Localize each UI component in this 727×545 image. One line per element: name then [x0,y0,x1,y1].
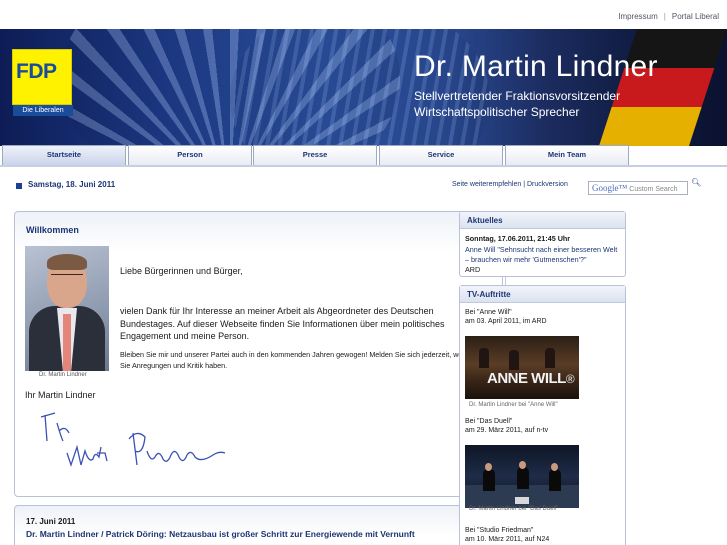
welcome-box: Willkommen Dr. Martin Lindner Liebe Bürg… [14,211,503,497]
aktuelles-box: Aktuelles Sonntag, 17.06.2011, 21:45 Uhr… [459,211,626,277]
search-go-icon[interactable]: 🔍︎ [691,178,701,190]
aktuelles-source: ARD [465,265,481,274]
fdp-logo-subtitle: Die Liberalen [13,105,73,116]
page-tools-separator: | [523,181,526,188]
welcome-greeting: Liebe Bürgerinnen und Bürger, [120,266,243,276]
thumbnail-show-logo: ANNE WILL® [487,370,575,387]
page-tools: Seite weiterempfehlen | Druckversion [452,181,568,188]
dome-texture [230,29,490,146]
header-banner: FDP Die Liberalen Dr. Martin Lindner Ste… [0,29,727,146]
search-input[interactable]: Google™ Custom Search [588,181,688,195]
tv-thumbnail-anne-will[interactable]: ANNE WILL® [465,336,579,399]
tv-item-2-caption: Dr. Martin Lindner bei "Das Duell" [469,506,559,512]
nav-tab-person[interactable]: Person [128,145,252,165]
bullet-square-icon [16,183,22,189]
nav-divider [0,165,727,167]
top-links-separator: | [663,12,666,21]
welcome-paragraph-2: Bleiben Sie mir und unserer Partei auch … [120,350,471,370]
google-brand: Google™ [592,183,628,193]
thumbnail-show-logo [515,497,529,504]
tv-thumbnail-das-duell[interactable] [465,445,579,508]
handwritten-signature [40,412,226,468]
recommend-page-link[interactable]: Seite weiterempfehlen [452,181,521,188]
main-nav: Startseite Person Presse Service Mein Te… [0,145,727,167]
welcome-closing: Ihr Martin Lindner [25,390,96,400]
aktuelles-title: Aktuelles [460,212,625,229]
top-links: Impressum | Portal Liberal [618,12,719,21]
tv-title: TV-Auftritte [460,286,625,303]
site-title: Dr. Martin Lindner [414,50,658,83]
tv-item-3-date: am 10. März 2011, auf N24 [465,536,550,543]
nav-tab-presse[interactable]: Presse [253,145,377,165]
tv-appearances-box: TV-Auftritte Bei "Anne Will" am 03. Apri… [459,285,626,545]
tv-item-2-date: am 29. März 2011, auf n-tv [465,427,549,434]
impressum-link[interactable]: Impressum [618,12,658,21]
print-version-link[interactable]: Druckversion [527,181,568,188]
welcome-title: Willkommen [26,225,79,235]
fdp-logo[interactable]: FDP Die Liberalen [12,49,73,116]
welcome-paragraph-1: vielen Dank für Ihr Interesse an meiner … [120,306,445,341]
portal-liberal-link[interactable]: Portal Liberal [672,12,719,21]
portrait-photo [25,246,109,371]
nav-tab-service[interactable]: Service [379,145,503,165]
nav-tab-mein-team[interactable]: Mein Team [505,145,629,165]
nav-tab-startseite[interactable]: Startseite [2,145,126,165]
current-date: Samstag, 18. Juni 2011 [28,180,116,189]
search-placeholder: Custom Search [629,186,678,193]
site-subtitle-role: Stellvertretender Fraktionsvorsitzender [414,89,621,103]
news-headline-link[interactable]: Dr. Martin Lindner / Patrick Döring: Net… [26,529,415,539]
news-date: 17. Juni 2011 [26,517,76,526]
fdp-logo-text: FDP [16,60,57,83]
aktuelles-link[interactable]: Anne Will "Sehnsucht nach einer besseren… [465,245,623,265]
site-subtitle-speaker: Wirtschaftspolitischer Sprecher [414,105,580,119]
aktuelles-date: Sonntag, 17.06.2011, 21:45 Uhr [465,234,571,243]
news-box: 17. Juni 2011 Dr. Martin Lindner / Patri… [14,505,503,545]
german-flag-graphic [598,29,727,146]
date-bar: Samstag, 18. Juni 2011 Seite weiterempfe… [16,178,716,198]
portrait-caption: Dr. Martin Lindner [39,372,87,378]
tv-item-1-date: am 03. April 2011, im ARD [465,318,547,325]
tv-item-1-caption: Dr. Martin Lindner bei "Anne Will" [469,402,558,408]
